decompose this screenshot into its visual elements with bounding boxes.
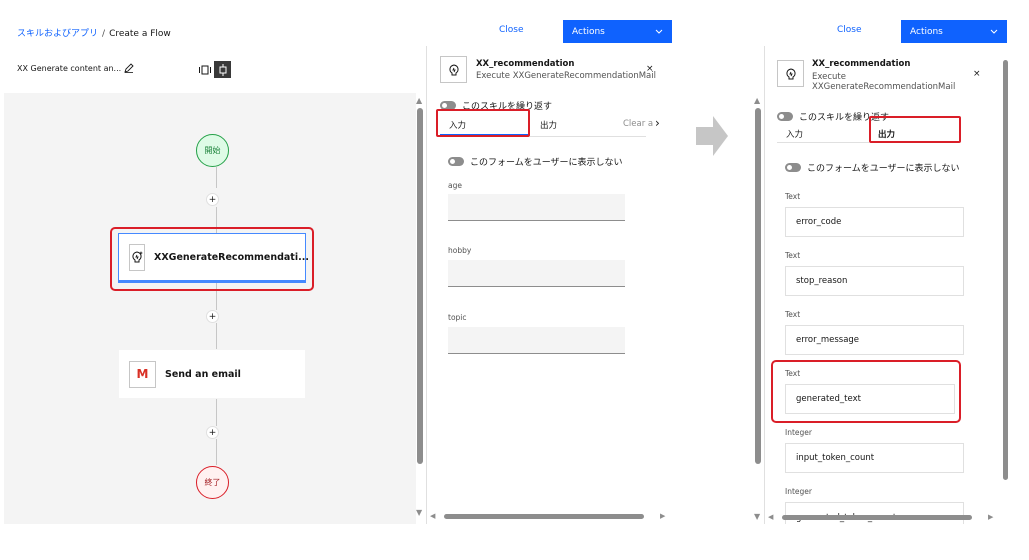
actions-button[interactable]: Actions — [901, 20, 1007, 43]
view-toggle-icon[interactable] — [195, 61, 214, 78]
toggle-switch[interactable] — [777, 112, 793, 121]
panel-subtitle: Execute XXGenerateRecommendationMail — [476, 71, 656, 81]
gmail-icon: M — [129, 360, 156, 388]
scrollbar-thumb[interactable] — [1003, 60, 1008, 480]
breadcrumb-separator: / — [102, 29, 106, 39]
panel-title: XX_recommendation — [476, 59, 575, 69]
edit-icon[interactable] — [124, 63, 134, 76]
output-field[interactable]: error_code — [785, 207, 964, 237]
output-type-label: Text — [785, 192, 801, 201]
panel-subtitle: XXGenerateRecommendationMail — [812, 82, 956, 92]
canvas-scrollbar[interactable]: ▲ ▼ — [415, 96, 425, 520]
scroll-up-icon[interactable]: ▲ — [416, 96, 422, 105]
tab-input[interactable]: 入力 — [786, 128, 803, 140]
flow-name: XX Generate content an... — [17, 64, 122, 73]
toggle-switch[interactable] — [785, 163, 801, 172]
add-step-button[interactable]: + — [206, 426, 219, 439]
actions-button[interactable]: Actions — [563, 20, 672, 43]
panel-scrollbar[interactable]: ▲ ▼ — [753, 96, 763, 524]
output-field[interactable]: input_token_count — [785, 443, 964, 473]
clear-button[interactable]: Clear a — [623, 119, 653, 129]
field-input-age[interactable] — [448, 194, 625, 221]
output-type-label: Text — [785, 369, 801, 378]
scroll-right-icon[interactable]: ▶ — [988, 513, 993, 521]
skill-icon — [129, 243, 145, 271]
node-label: Send an email — [165, 368, 241, 380]
start-node[interactable]: 開始 — [196, 134, 229, 167]
panel-title: XX_recommendation — [812, 59, 911, 69]
output-type-label: Text — [785, 251, 801, 260]
field-input-topic[interactable] — [448, 327, 625, 354]
add-step-button[interactable]: + — [206, 193, 219, 206]
scroll-left-icon[interactable]: ◀ — [768, 513, 773, 521]
actions-label: Actions — [910, 26, 943, 37]
scroll-up-icon[interactable]: ▲ — [754, 96, 760, 105]
tab-scroll-right-icon[interactable]: › — [655, 116, 660, 130]
chevron-down-icon — [990, 27, 998, 37]
arrow-right-icon — [696, 116, 728, 156]
node-label: XXGenerateRecommendati... — [154, 251, 309, 263]
scroll-left-icon[interactable]: ◀ — [430, 512, 435, 520]
skill-icon — [777, 60, 804, 87]
connector — [216, 439, 217, 465]
toggle-switch[interactable] — [448, 157, 464, 166]
panel-scrollbar-right[interactable] — [1002, 50, 1010, 524]
close-button[interactable]: Close — [499, 25, 524, 35]
flow-node-recommendation[interactable]: XXGenerateRecommendati... — [118, 233, 309, 283]
field-input-hobby[interactable] — [448, 260, 625, 287]
panel-h-scrollbar[interactable]: ◀ ▶ — [768, 513, 998, 522]
close-button[interactable]: Close — [837, 25, 862, 35]
highlight-box — [436, 109, 530, 137]
add-step-button[interactable]: + — [206, 310, 219, 323]
connector — [216, 399, 217, 426]
view-toggle[interactable] — [195, 61, 231, 78]
panel-subtitle: Execute — [812, 72, 846, 82]
scrollbar-thumb[interactable] — [755, 108, 761, 464]
end-node[interactable]: 終了 — [196, 466, 229, 499]
field-label-age: age — [448, 181, 462, 190]
close-icon[interactable]: × — [973, 69, 981, 79]
flow-view-icon[interactable] — [214, 61, 231, 78]
connector — [216, 323, 217, 349]
hide-form-toggle[interactable]: このフォームをユーザーに表示しない — [785, 161, 960, 174]
scroll-right-icon[interactable]: ▶ — [660, 512, 665, 520]
page-bottom — [0, 524, 1029, 560]
tab-divider — [530, 136, 646, 137]
output-field[interactable]: generated_text — [785, 384, 955, 414]
scrollbar-thumb[interactable] — [444, 514, 644, 519]
flow-node-send-email[interactable]: M Send an email — [119, 350, 305, 398]
tab-divider — [777, 142, 869, 143]
connector — [216, 167, 217, 188]
tab-output[interactable]: 出力 — [540, 119, 557, 131]
breadcrumb-link-skills[interactable]: スキルおよびアプリ — [17, 29, 98, 39]
scroll-down-icon[interactable]: ▼ — [754, 512, 760, 521]
hide-form-label: このフォームをユーザーに表示しない — [470, 158, 623, 168]
field-label-topic: topic — [448, 313, 467, 322]
panel-h-scrollbar[interactable]: ◀ ▶ — [430, 512, 670, 522]
breadcrumb-current: Create a Flow — [109, 29, 171, 39]
output-field[interactable]: stop_reason — [785, 266, 964, 296]
output-type-label: Text — [785, 310, 801, 319]
scrollbar-thumb[interactable] — [782, 515, 972, 520]
chevron-down-icon — [655, 27, 663, 37]
skill-icon — [440, 56, 467, 83]
close-icon[interactable]: × — [646, 64, 654, 74]
scrollbar-thumb[interactable] — [417, 108, 423, 464]
highlight-box — [869, 116, 961, 143]
output-type-label: Integer — [785, 428, 812, 437]
hide-form-label: このフォームをユーザーに表示しない — [807, 164, 960, 174]
actions-label: Actions — [572, 26, 605, 37]
output-type-label: Integer — [785, 487, 812, 496]
output-field[interactable]: error_message — [785, 325, 964, 355]
breadcrumb: スキルおよびアプリ / Create a Flow — [17, 26, 171, 39]
scroll-down-icon[interactable]: ▼ — [416, 508, 422, 517]
field-label-hobby: hobby — [448, 246, 472, 255]
hide-form-toggle[interactable]: このフォームをユーザーに表示しない — [448, 155, 623, 168]
